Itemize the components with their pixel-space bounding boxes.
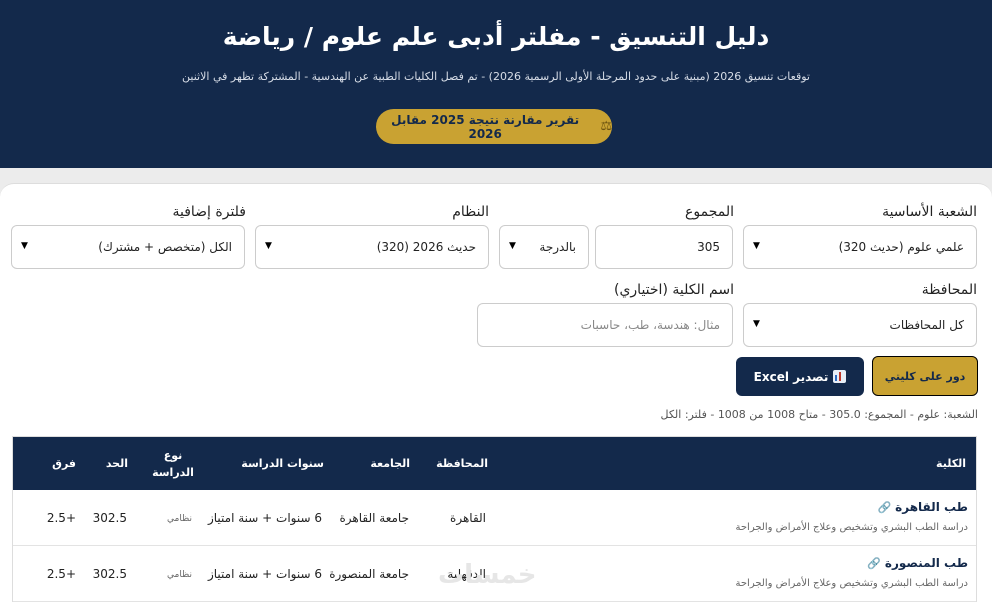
export-excel-button[interactable]: تصدير Excel — [736, 357, 864, 396]
row-diff: +2.5 — [46, 567, 76, 581]
governorate-select-value: كل المحافظات — [889, 318, 964, 332]
total-input-value: 305 — [697, 240, 720, 254]
extra-filter-value: الكل (متخصص + مشترك) — [98, 240, 232, 254]
page-subtitle: توقعات تنسيق 2026 (مبنية على حدود المرحل… — [182, 70, 810, 83]
college-desc: دراسة الطب البشري وتشخيص وعلاج الأمراض و… — [735, 578, 968, 589]
row-limit: 302.5 — [92, 567, 127, 581]
college-desc: دراسة الطب البشري وتشخيص وعلاج الأمراض و… — [735, 522, 968, 533]
branch-select-value: علمي علوم (حديث 320) — [838, 240, 964, 254]
branch-select[interactable]: علمي علوم (حديث 320) ▼ — [743, 225, 977, 269]
header-study-type: نوع الدراسة — [152, 448, 194, 479]
compare-report-button[interactable]: ⚖ تقرير مقارنة نتيجة 2025 مقابل 2026 — [376, 109, 612, 144]
college-name-placeholder: مثال: هندسة، طب، حاسبات — [580, 318, 720, 332]
row-limit: 302.5 — [92, 511, 127, 525]
header-university: الجامعة — [370, 457, 410, 470]
system-select-value: حديث 2026 (320) — [376, 240, 476, 254]
watermark: خمسات — [438, 560, 537, 590]
header-college: الكلية — [936, 457, 966, 470]
chevron-down-icon: ▼ — [753, 241, 760, 251]
row-years: 6 سنوات + سنة امتياز — [207, 511, 322, 525]
table-row[interactable]: طب القاهرة 🔗 دراسة الطب البشري وتشخيص وع… — [13, 490, 976, 546]
chevron-down-icon: ▼ — [509, 241, 516, 251]
row-university: جامعة القاهرة — [339, 511, 410, 525]
header-limit: الحد — [105, 457, 128, 470]
governorate-label: المحافظة — [921, 282, 977, 298]
header-banner: دليل التنسيق - مفلتر أدبى علم علوم / ريا… — [0, 0, 992, 168]
college-name[interactable]: طب القاهرة 🔗 — [877, 500, 968, 514]
total-unit-select[interactable]: بالدرجة ▼ — [499, 225, 589, 269]
table-header: الكلية المحافظة الجامعة سنوات الدراسة نو… — [13, 437, 976, 490]
system-select[interactable]: حديث 2026 (320) ▼ — [255, 225, 489, 269]
college-name-text: طب القاهرة — [895, 500, 968, 514]
chevron-down-icon: ▼ — [753, 319, 760, 329]
scale-icon: ⚖ — [600, 119, 612, 134]
row-diff: +2.5 — [46, 511, 76, 525]
compare-report-label: تقرير مقارنة نتيجة 2025 مقابل 2026 — [391, 112, 580, 141]
college-name-text: طب المنصورة — [884, 556, 968, 570]
link-icon: 🔗 — [877, 500, 892, 514]
row-study-type: نظامي — [167, 570, 192, 580]
total-input[interactable]: 305 — [595, 225, 733, 269]
row-study-type: نظامي — [167, 514, 192, 524]
export-excel-label: تصدير Excel — [753, 369, 829, 384]
branch-label: الشعبة الأساسية — [882, 204, 977, 220]
governorate-select[interactable]: كل المحافظات ▼ — [743, 303, 977, 347]
college-name-label: اسم الكلية (اختياري) — [614, 282, 734, 298]
find-my-college-button[interactable]: دور على كليتي — [872, 356, 978, 396]
page-title: دليل التنسيق - مفلتر أدبى علم علوم / ريا… — [222, 22, 770, 51]
extra-filter-label: فلترة إضافية — [172, 204, 246, 220]
extra-filter-select[interactable]: الكل (متخصص + مشترك) ▼ — [11, 225, 245, 269]
total-label: المجموع — [685, 204, 734, 220]
header-diff: فرق — [52, 457, 76, 470]
results-summary: الشعبة: علوم - المجموع: 305.0 - متاح 100… — [660, 408, 978, 421]
total-unit-value: بالدرجة — [539, 240, 576, 254]
chevron-down-icon: ▼ — [21, 241, 28, 251]
system-label: النظام — [452, 204, 489, 220]
header-years: سنوات الدراسة — [241, 457, 324, 470]
row-years: 6 سنوات + سنة امتياز — [207, 567, 322, 581]
chevron-down-icon: ▼ — [265, 241, 272, 251]
row-university: جامعة المنصورة — [329, 567, 409, 581]
chart-icon — [833, 370, 847, 383]
college-name-input[interactable]: مثال: هندسة، طب، حاسبات — [477, 303, 733, 347]
header-governorate: المحافظة — [436, 457, 488, 470]
college-name[interactable]: طب المنصورة 🔗 — [867, 556, 968, 570]
row-governorate: القاهرة — [450, 511, 486, 525]
link-icon: 🔗 — [867, 556, 881, 570]
